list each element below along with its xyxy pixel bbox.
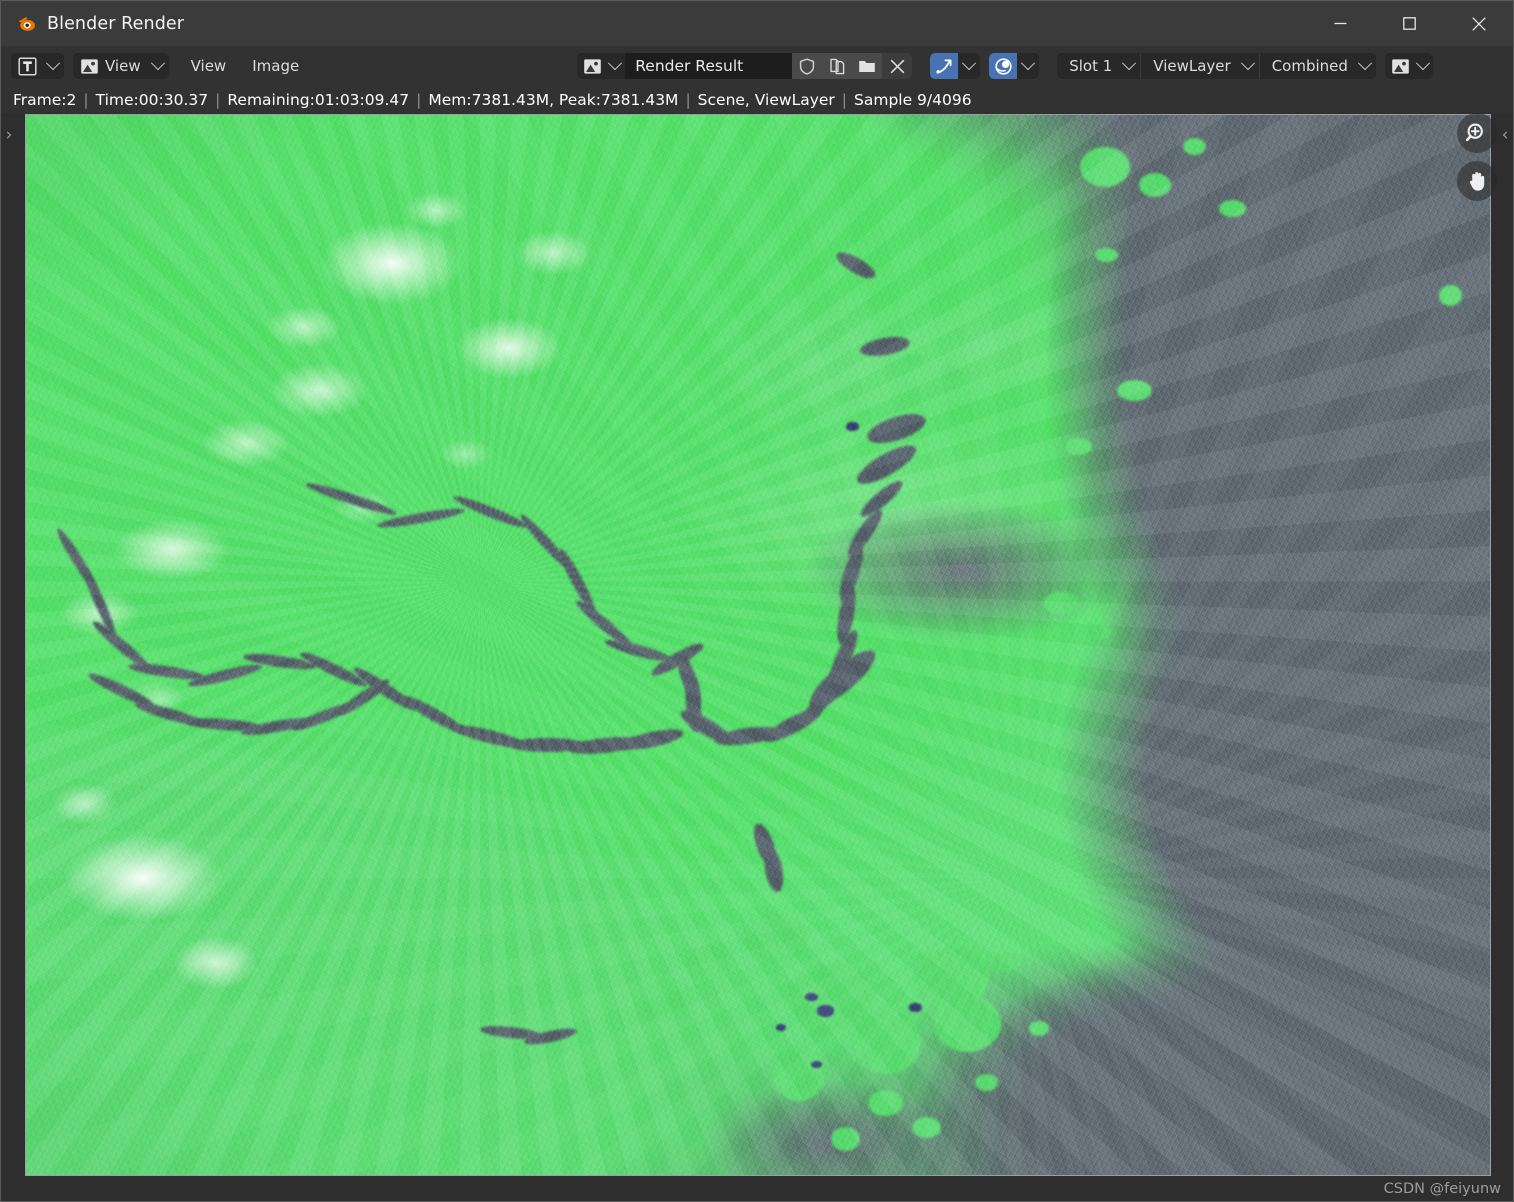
color-management-dropdown-icon[interactable]	[1017, 53, 1040, 79]
sphere-icon[interactable]	[989, 53, 1018, 79]
viewlayer-label: ViewLayer	[1153, 57, 1231, 75]
pass-label: Combined	[1271, 57, 1348, 75]
render-slot-group: Slot 1 ViewLayer Combined	[1057, 53, 1376, 79]
status-scene: Scene, ViewLayer	[697, 90, 835, 109]
pass-dropdown[interactable]: Combined	[1259, 53, 1376, 79]
view-mode-dropdown-icon[interactable]	[146, 53, 169, 79]
viewlayer-dropdown-icon	[1240, 56, 1255, 71]
terrain-render	[26, 115, 1490, 1175]
minimize-button[interactable]	[1306, 1, 1375, 46]
editor-type-selector[interactable]	[11, 53, 64, 79]
hand-icon	[1465, 169, 1489, 193]
image-display-icon[interactable]	[1384, 53, 1413, 79]
color-management-toggle[interactable]	[989, 53, 1040, 79]
image-name-field[interactable]: Render Result	[625, 53, 793, 79]
maximize-button[interactable]	[1375, 1, 1444, 46]
viewlayer-dropdown[interactable]: ViewLayer	[1141, 53, 1259, 79]
unlink-x-icon[interactable]	[882, 53, 913, 79]
window-title: Blender Render	[47, 13, 185, 34]
display-channels-toggle[interactable]	[930, 53, 981, 79]
display-mode-selector[interactable]	[1384, 53, 1433, 79]
watermark: CSDN @feiyunw	[1383, 1181, 1501, 1197]
menu-view[interactable]: View	[178, 53, 240, 79]
slot-label: Slot 1	[1069, 57, 1113, 75]
image-browse-icon[interactable]	[577, 53, 606, 79]
display-channels-dropdown-icon[interactable]	[958, 53, 981, 79]
status-time: Time:00:30.37	[95, 90, 209, 109]
left-sidebar-toggle[interactable]: ›	[1, 115, 17, 155]
image-editor-icon[interactable]	[11, 53, 42, 79]
image-datablock-block: Render Result	[577, 53, 913, 79]
right-sidebar-toggle[interactable]: ‹	[1497, 115, 1513, 155]
zoom-gizmo[interactable]	[1457, 113, 1497, 153]
slot-dropdown[interactable]: Slot 1	[1057, 53, 1141, 79]
editor-type-dropdown-icon[interactable]	[42, 53, 64, 79]
new-copy-icon[interactable]	[822, 53, 853, 79]
blender-logo-icon	[15, 13, 37, 35]
status-divider: |	[83, 90, 89, 109]
magnifier-plus-icon	[1465, 121, 1489, 145]
blender-render-window: Blender Render View View Image Render Re…	[0, 0, 1514, 1202]
status-memory: Mem:7381.43M, Peak:7381.43M	[428, 90, 679, 109]
status-sample: Sample 9/4096	[854, 90, 972, 109]
image-editor-viewport[interactable]: › ‹ CSDN @feiyunw	[1, 113, 1513, 1201]
slot-dropdown-icon	[1122, 56, 1137, 71]
curve-arrow-icon[interactable]	[930, 53, 959, 79]
status-divider: |	[215, 90, 221, 109]
status-divider: |	[416, 90, 422, 109]
image-editor-header: View View Image Render Result Slot 1 Vie…	[1, 46, 1513, 86]
view-mode-label[interactable]: View	[103, 53, 147, 79]
view-mode-selector[interactable]: View	[73, 53, 169, 79]
display-mode-dropdown-icon[interactable]	[1412, 53, 1433, 79]
render-status-line: Frame:2 | Time:00:30.37 | Remaining:01:0…	[1, 86, 1513, 113]
open-folder-icon[interactable]	[852, 53, 883, 79]
status-divider: |	[685, 90, 691, 109]
status-frame: Frame:2	[13, 90, 77, 109]
pan-gizmo[interactable]	[1457, 161, 1497, 201]
close-button[interactable]	[1444, 1, 1513, 46]
render-canvas[interactable]	[25, 114, 1491, 1176]
window-controls	[1306, 1, 1513, 46]
menu-image[interactable]: Image	[239, 53, 312, 79]
image-icon[interactable]	[73, 53, 103, 79]
terrain-texture-detail	[26, 115, 1490, 1175]
image-browse-dropdown-icon[interactable]	[605, 53, 626, 79]
status-remaining: Remaining:01:03:09.47	[227, 90, 410, 109]
fake-user-shield-icon[interactable]	[792, 53, 823, 79]
titlebar-left: Blender Render	[1, 13, 1306, 35]
render-image	[26, 115, 1490, 1175]
window-titlebar: Blender Render	[1, 1, 1513, 46]
pass-dropdown-icon	[1357, 56, 1372, 71]
status-divider: |	[841, 90, 848, 109]
